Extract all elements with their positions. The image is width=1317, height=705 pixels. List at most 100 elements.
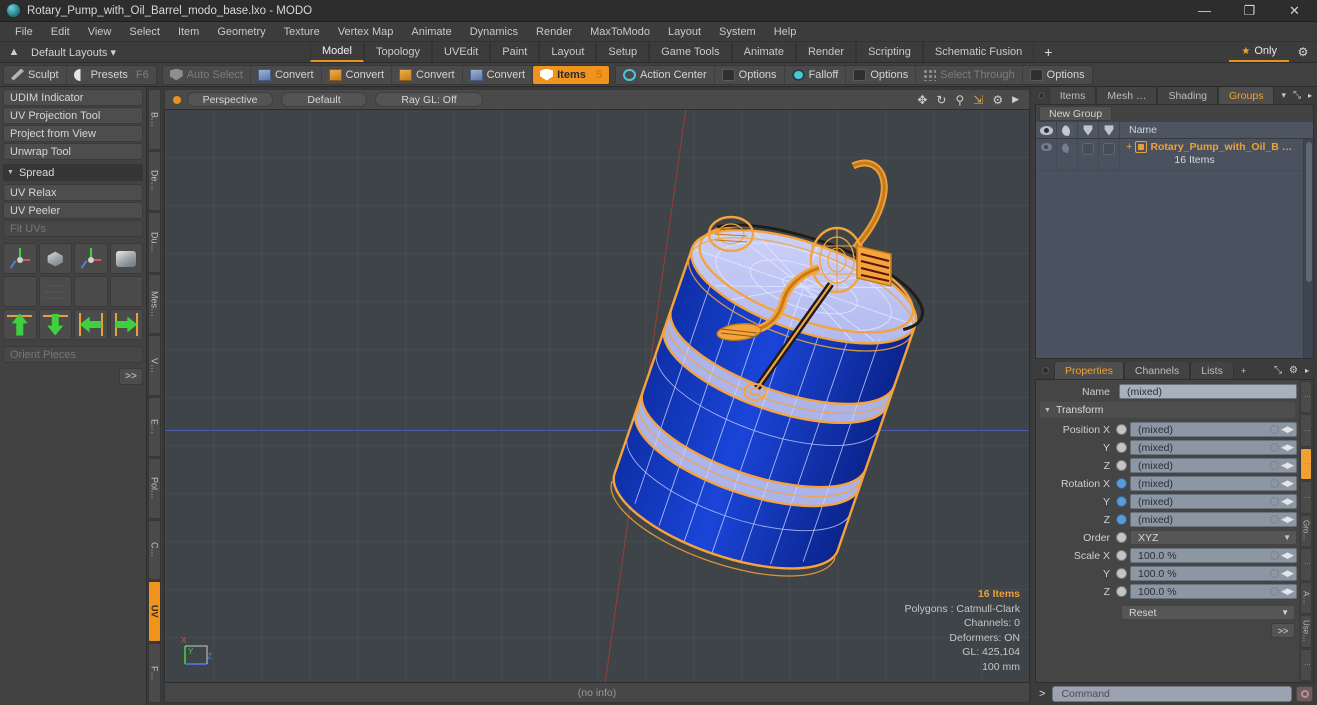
layout-tab-uvedit[interactable]: UVEdit: [432, 42, 491, 62]
uv-transform-icon[interactable]: [3, 243, 37, 274]
record-icon[interactable]: [1296, 686, 1313, 702]
reset-dropdown[interactable]: Reset ▼: [1121, 605, 1295, 620]
scale-field-0-stepper[interactable]: ◀▶: [1270, 550, 1296, 561]
uv-grid-icon[interactable]: [38, 276, 72, 307]
layout-tab-scripting[interactable]: Scripting: [856, 42, 923, 62]
uv-distort-icon[interactable]: [109, 276, 143, 307]
expand-icon[interactable]: ⤡: [1293, 90, 1301, 101]
layout-tab-schematic-fusion[interactable]: Schematic Fusion: [922, 42, 1035, 62]
transform-field-3-stepper[interactable]: ◀▶: [1270, 478, 1296, 489]
tool-udim-indicator[interactable]: UDIM Indicator: [3, 89, 143, 106]
viewport-menu-dot-icon[interactable]: [173, 95, 181, 104]
transform-field-0-stepper[interactable]: ◀▶: [1270, 424, 1296, 435]
scale-field-1-radio[interactable]: [1116, 568, 1127, 579]
presets-button[interactable]: Presets F6: [67, 66, 156, 84]
fit-icon[interactable]: ⇲: [973, 93, 983, 107]
groups-list-scrollbar[interactable]: [1303, 139, 1313, 358]
column-visibility[interactable]: [1036, 122, 1057, 138]
tab-properties[interactable]: Properties: [1054, 362, 1124, 379]
props-vertical-tab-3[interactable]: ⋮: [1300, 481, 1312, 514]
minimize-button[interactable]: —: [1182, 0, 1227, 21]
ray-gl-dropdown[interactable]: Ray GL: Off: [375, 92, 483, 107]
menu-item-vertex-map[interactable]: Vertex Map: [329, 22, 403, 42]
order-radio[interactable]: [1116, 532, 1127, 543]
expand-group-icon[interactable]: +: [1126, 142, 1132, 153]
column-lock[interactable]: [1078, 122, 1099, 138]
name-input[interactable]: (mixed): [1119, 384, 1297, 399]
play-icon[interactable]: ▶: [1012, 94, 1019, 105]
layout-tab-animate[interactable]: Animate: [731, 42, 796, 62]
transform-field-3-radio[interactable]: [1116, 478, 1127, 489]
convert-polygon-button[interactable]: Convert: [392, 65, 463, 84]
rotate-icon[interactable]: ↻: [936, 93, 946, 107]
layout-tab-setup[interactable]: Setup: [596, 42, 650, 62]
scale-field-2-radio[interactable]: [1116, 586, 1127, 597]
oil-barrel-pump-model[interactable]: [605, 150, 935, 630]
scale-field-2-input[interactable]: 100.0 % ◀▶: [1130, 584, 1297, 599]
shading-dropdown[interactable]: Default: [281, 92, 367, 107]
vertical-tab-mes[interactable]: Mes…: [148, 273, 161, 334]
add-property-tab-button[interactable]: +: [1234, 362, 1253, 379]
tool-unwrap-tool[interactable]: Unwrap Tool: [3, 143, 143, 160]
transform-field-0-radio[interactable]: [1116, 424, 1127, 435]
menu-item-file[interactable]: File: [6, 22, 42, 42]
menu-item-maxtomodo[interactable]: MaxToModo: [581, 22, 659, 42]
properties-more-button[interactable]: >>: [1271, 623, 1295, 638]
align-right-icon[interactable]: [109, 309, 143, 340]
expand-icon[interactable]: ⤡: [1274, 365, 1282, 376]
only-toggle-button[interactable]: ★ Only: [1229, 42, 1289, 62]
transform-field-2-stepper[interactable]: ◀▶: [1270, 460, 1296, 471]
row-visibility-toggle[interactable]: [1036, 139, 1057, 170]
convert-material-button[interactable]: Convert: [463, 65, 534, 84]
transform-field-2-input[interactable]: (mixed) ◀▶: [1130, 458, 1297, 473]
vertical-tab-du[interactable]: Du…: [148, 212, 161, 273]
upload-arrow-icon[interactable]: ▲: [6, 46, 22, 58]
scale-field-1-stepper[interactable]: ◀▶: [1270, 568, 1296, 579]
layout-tab-topology[interactable]: Topology: [363, 42, 433, 62]
layout-tab-layout[interactable]: Layout: [539, 42, 597, 62]
order-dropdown[interactable]: XYZ ▼: [1130, 530, 1297, 545]
props-vertical-tab-5[interactable]: ⋮: [1300, 548, 1312, 581]
vertical-tab-pol[interactable]: Pol…: [148, 458, 161, 519]
zoom-icon[interactable]: ⚲: [955, 93, 964, 107]
uv-flatten-icon[interactable]: [109, 243, 143, 274]
transform-field-4-stepper[interactable]: ◀▶: [1270, 496, 1296, 507]
move-icon[interactable]: ✥: [917, 93, 927, 107]
orient-pieces-button[interactable]: Orient Pieces: [3, 346, 143, 363]
column-shade[interactable]: [1057, 122, 1078, 138]
transform-field-5-input[interactable]: (mixed) ◀▶: [1130, 512, 1297, 527]
transform-field-1-input[interactable]: (mixed) ◀▶: [1130, 440, 1297, 455]
transform-field-1-radio[interactable]: [1116, 442, 1127, 453]
props-vertical-tab-8[interactable]: ⋮: [1300, 648, 1312, 681]
tool-fit-uvs[interactable]: Fit UVs: [3, 220, 143, 237]
vertical-tab-v[interactable]: V…: [148, 335, 161, 396]
transform-field-1-stepper[interactable]: ◀▶: [1270, 442, 1296, 453]
panel-menu-dot-icon[interactable]: [1039, 92, 1044, 99]
gear-icon[interactable]: ⚙: [992, 93, 1003, 107]
props-vertical-tab-4[interactable]: Gro…: [1300, 514, 1312, 548]
props-vertical-tab-7[interactable]: Use…: [1300, 615, 1312, 648]
props-vertical-tab-6[interactable]: A…: [1300, 581, 1312, 615]
3d-viewport[interactable]: 16 Items Polygons : Catmull-Clark Channe…: [164, 109, 1030, 683]
uv-unwrap-icon[interactable]: [3, 276, 37, 307]
layout-tab-paint[interactable]: Paint: [490, 42, 540, 62]
transform-field-5-radio[interactable]: [1116, 514, 1127, 525]
uv-cone-icon[interactable]: [74, 276, 108, 307]
view-mode-dropdown[interactable]: Perspective: [187, 92, 273, 107]
spread-section-header[interactable]: ▼ Spread: [3, 164, 143, 181]
transform-field-3-input[interactable]: (mixed) ◀▶: [1130, 476, 1297, 491]
menu-item-render[interactable]: Render: [527, 22, 581, 42]
add-layout-button[interactable]: +: [1034, 42, 1062, 62]
gear-icon[interactable]: ⚙: [1289, 365, 1298, 376]
select-through-button[interactable]: Select Through: [916, 65, 1023, 84]
layout-tab-render[interactable]: Render: [795, 42, 857, 62]
transform-field-0-input[interactable]: (mixed) ◀▶: [1130, 422, 1297, 437]
command-input[interactable]: Command: [1052, 686, 1292, 702]
row-render-checkbox[interactable]: [1099, 139, 1120, 170]
panel-arrow-icon[interactable]: ▸: [1308, 91, 1312, 100]
items-mode-button[interactable]: Items 5: [533, 65, 609, 84]
tool-uv-projection-tool[interactable]: UV Projection Tool: [3, 107, 143, 124]
menu-item-view[interactable]: View: [79, 22, 121, 42]
left-panel-more-button[interactable]: >>: [119, 368, 143, 385]
vertical-tab-de[interactable]: De…: [148, 150, 161, 211]
